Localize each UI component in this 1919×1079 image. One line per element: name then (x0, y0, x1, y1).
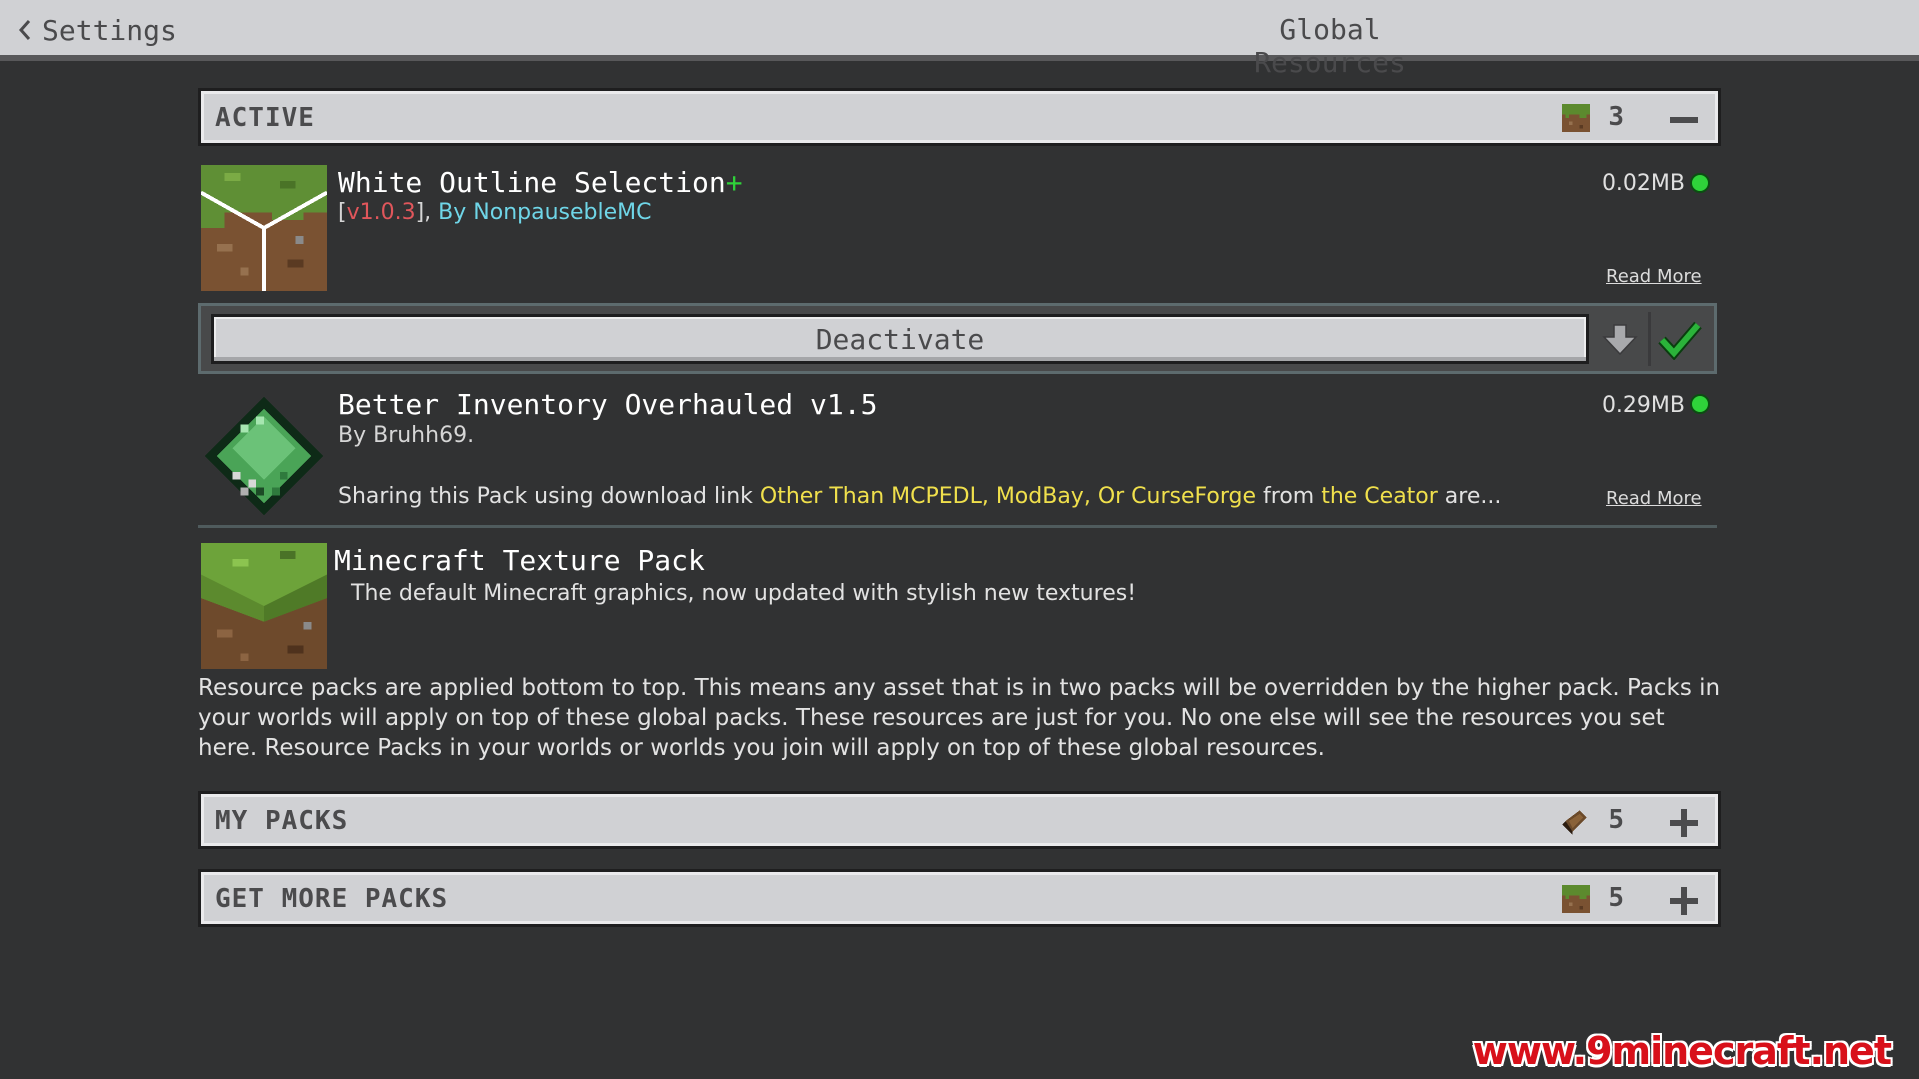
status-dot (1690, 173, 1710, 193)
pack-name: Better Inventory Overhauled v1.5 (338, 388, 878, 421)
pack-name: White Outline Selection+ (338, 166, 743, 199)
minus-icon[interactable] (1668, 104, 1700, 136)
grass-block-icon (1562, 885, 1590, 913)
watermark: www.9minecraft.net (1472, 1029, 1892, 1073)
plus-icon[interactable] (1668, 885, 1700, 917)
deactivate-button[interactable]: Deactivate (211, 314, 1589, 364)
divider (198, 525, 1717, 528)
section-active-header[interactable]: ACTIVE 3 (198, 88, 1721, 146)
pack-version: v1.0.3 (346, 200, 416, 225)
action-divider (1648, 312, 1651, 366)
grass-block-icon (1562, 104, 1590, 132)
status-dot (1690, 394, 1710, 414)
section-count: 5 (1608, 883, 1624, 913)
section-my-packs-header[interactable]: MY PACKS 5 (198, 791, 1721, 849)
read-more-link[interactable]: Read More (1606, 266, 1702, 287)
pack-description: The default Minecraft graphics, now upda… (351, 581, 1137, 606)
book-icon (1562, 810, 1587, 835)
pack-actions-row: Deactivate (198, 303, 1717, 374)
back-label: Settings (42, 13, 177, 47)
checkmark-icon[interactable] (1658, 320, 1702, 360)
page-title: Global Resources (1254, 13, 1406, 79)
pack-description: Sharing this Pack using download link Ot… (338, 484, 1502, 509)
arrow-down-icon[interactable] (1601, 323, 1639, 357)
pack-name: Minecraft Texture Pack (334, 544, 705, 577)
read-more-link[interactable]: Read More (1606, 488, 1702, 509)
green-gem-icon (204, 396, 324, 516)
pack-author: By NonpausebleMC (438, 200, 652, 225)
pack-size: 0.29MB (1601, 393, 1685, 418)
top-bar: Settings Global Resources (0, 0, 1919, 79)
info-text: Resource packs are applied bottom to top… (198, 675, 1721, 761)
section-count: 3 (1608, 102, 1624, 132)
plus-icon[interactable] (1668, 807, 1700, 839)
back-button[interactable]: Settings (18, 12, 177, 48)
section-label: ACTIVE (215, 103, 315, 133)
pack-size: 0.02MB (1601, 171, 1685, 196)
grass-block-icon (201, 543, 327, 669)
chevron-left-icon (18, 20, 31, 40)
pack-version-author: [v1.0.3], By NonpausebleMC (338, 200, 652, 225)
section-get-more-packs-header[interactable]: GET MORE PACKS 5 (198, 869, 1721, 927)
section-label: MY PACKS (215, 806, 349, 836)
grass-block-outline-icon (201, 165, 327, 291)
section-count: 5 (1608, 805, 1624, 835)
pack-author: By Bruhh69. (338, 423, 475, 448)
section-label: GET MORE PACKS (215, 884, 449, 914)
